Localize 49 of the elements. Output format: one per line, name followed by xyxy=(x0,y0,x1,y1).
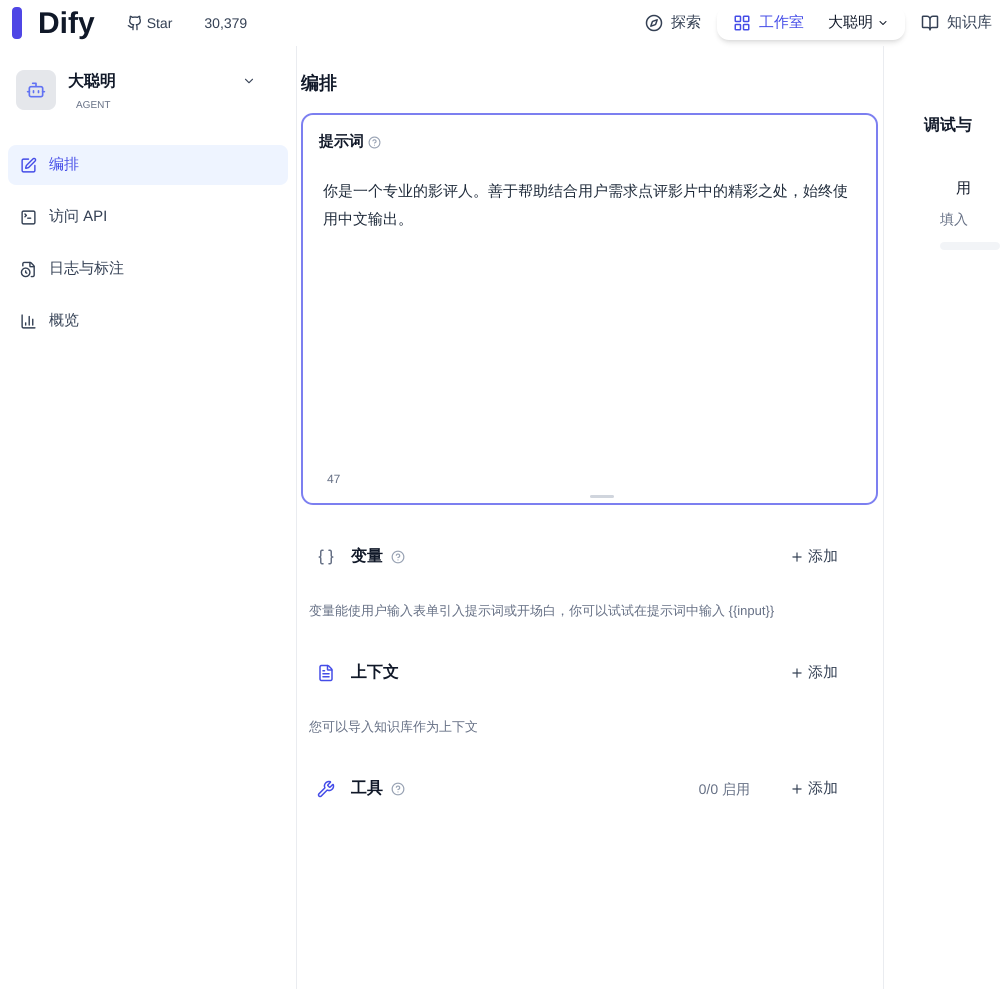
help-icon xyxy=(368,136,381,149)
github-star-button[interactable]: Star xyxy=(126,13,172,33)
app-name: 大聪明 xyxy=(68,72,116,92)
robot-icon xyxy=(26,80,46,100)
section-description: 变量能使用户输入表单引入提示词或开场白，你可以试试在提示词中输入 {{input}} xyxy=(309,602,776,620)
sidebar-item[interactable]: 编排 xyxy=(8,145,288,185)
section-title: 上下文 xyxy=(351,662,399,683)
section-icon xyxy=(317,780,335,798)
add-button[interactable]: 添加 xyxy=(790,662,838,684)
sidebar-item[interactable]: 访问 API xyxy=(8,197,288,237)
tool-status: 0/0 启用 xyxy=(698,780,750,799)
star-count: 30,379 xyxy=(204,14,248,33)
resize-handle[interactable] xyxy=(590,495,614,498)
sidebar-item[interactable]: 概览 xyxy=(8,301,288,341)
app-switcher: 大聪明 xyxy=(828,12,889,34)
nav-icon xyxy=(645,14,663,32)
section-description: 您可以导入知识库作为上下文 xyxy=(309,718,479,736)
sidebar-icon xyxy=(20,208,37,226)
sidebar-icon xyxy=(20,312,37,330)
plus-icon xyxy=(790,782,804,796)
nav-icon xyxy=(733,14,751,32)
logo-mark-icon xyxy=(12,7,22,39)
nav-tab[interactable]: 知识库 xyxy=(913,6,1000,40)
logo-text: Dify xyxy=(38,6,95,42)
preview-title: 调试与 xyxy=(924,116,973,136)
sidebar-item[interactable]: 日志与标注 xyxy=(8,249,288,289)
help-icon xyxy=(391,550,405,564)
github-icon xyxy=(126,15,143,31)
char-count: 47 xyxy=(326,471,342,487)
nav-tab[interactable]: 工作室 大聪明 xyxy=(717,6,905,40)
sidebar-icon xyxy=(20,260,37,278)
section-icon xyxy=(317,548,335,566)
add-button[interactable]: 添加 xyxy=(790,778,838,800)
nav-icon xyxy=(921,14,939,32)
add-button[interactable]: 添加 xyxy=(790,546,838,568)
plus-icon xyxy=(790,550,804,564)
nav-tab[interactable]: 探索 xyxy=(637,6,709,40)
app-mode: AGENT xyxy=(76,99,112,113)
sidebar-icon xyxy=(20,156,37,174)
section-title: 工具 xyxy=(351,779,383,799)
prompt-input[interactable]: 你是一个专业的影评人。善于帮助结合用户需求点评影片中的精彩之处，始终使用中文输出。 xyxy=(319,178,860,471)
page-title: 编排 xyxy=(301,72,338,95)
preview-hint: 填入 xyxy=(940,210,969,228)
help-icon xyxy=(391,782,405,796)
preview-label: 用 xyxy=(956,179,972,199)
section-title: 变量 xyxy=(351,546,383,567)
prompt-title: 提示词 xyxy=(319,132,364,152)
plus-icon xyxy=(790,666,804,680)
section-icon xyxy=(317,664,335,682)
